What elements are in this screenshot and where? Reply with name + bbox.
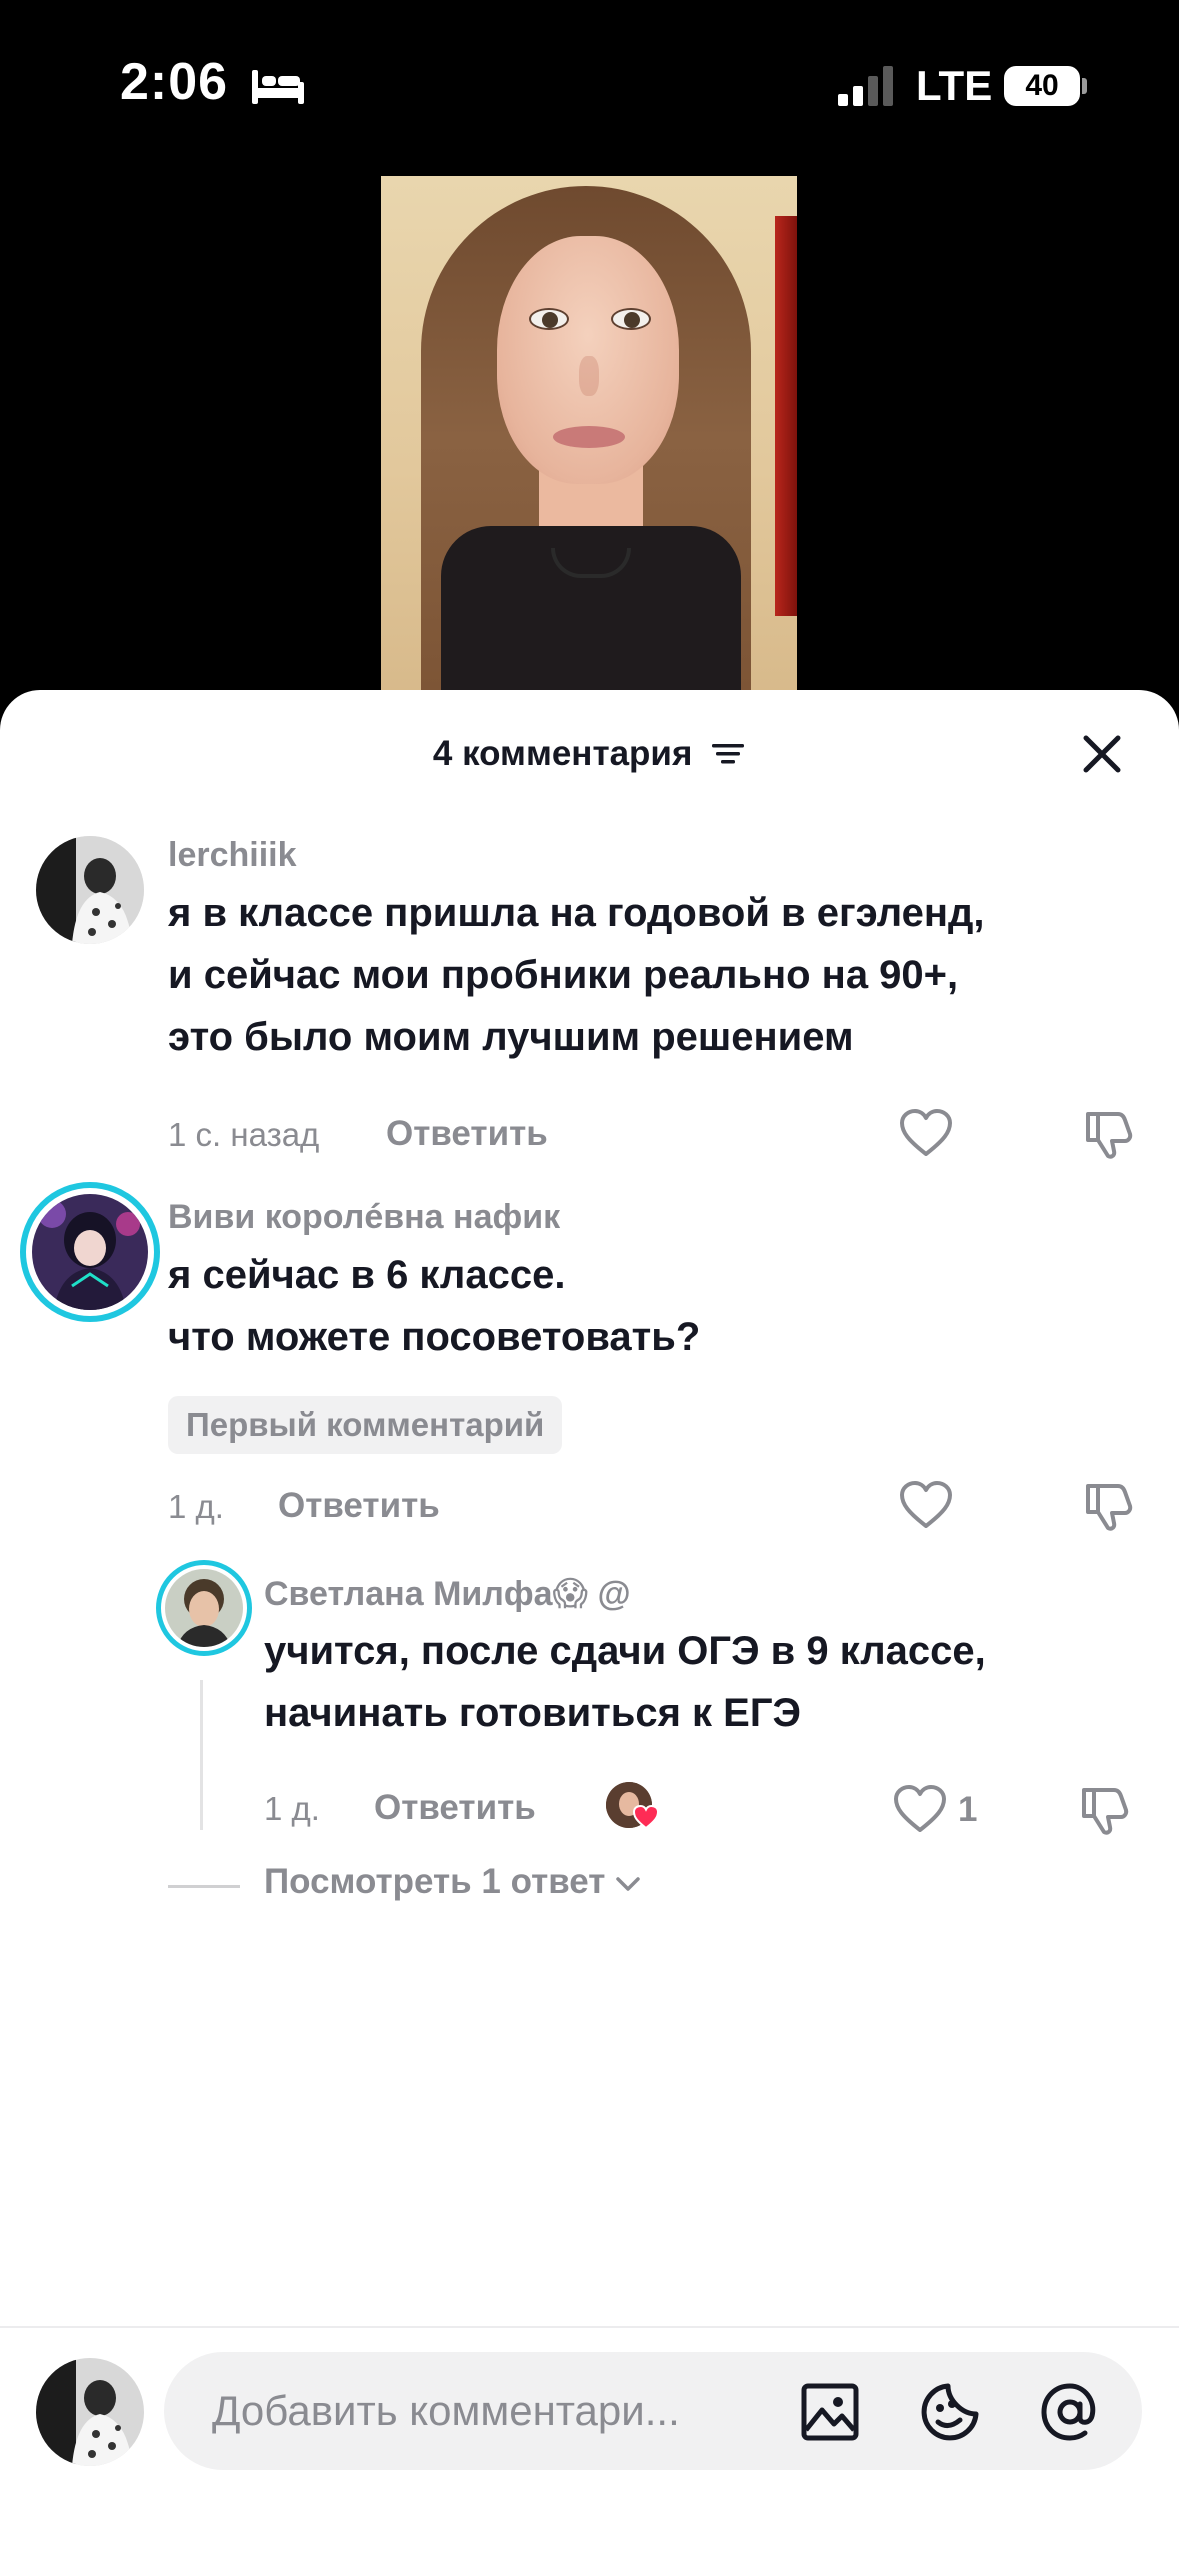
emoji-sticker-icon[interactable] xyxy=(918,2380,982,2444)
comment-text: я в классе пришла на годовой в егэленд, … xyxy=(168,891,985,1059)
comment-timestamp: 1 с. назад xyxy=(168,1116,320,1153)
comment-input-box[interactable] xyxy=(164,2352,1142,2470)
my-avatar xyxy=(36,2358,144,2466)
like-count: 1 xyxy=(958,1790,978,1829)
view-replies-label: Посмотреть 1 ответ xyxy=(264,1862,606,1901)
view-replies-divider xyxy=(168,1885,240,1888)
avatar-image xyxy=(165,1569,243,1647)
status-bar: 2:06 LTE 40 xyxy=(0,0,1179,170)
first-comment-badge: Первый комментарий xyxy=(168,1396,563,1454)
reply-button[interactable]: Ответить xyxy=(386,1114,548,1154)
avatar-story-ring[interactable] xyxy=(20,1182,160,1322)
creator-heart-icon xyxy=(632,1804,660,1830)
video-person-eye xyxy=(529,308,569,330)
comment-text: я сейчас в 6 классе. что можете посовето… xyxy=(168,1253,701,1359)
cellular-signal-icon xyxy=(838,66,893,106)
video-background-curtain xyxy=(775,216,797,616)
comment-username[interactable]: Виви королéвна нафик xyxy=(168,1198,560,1237)
reply-text: учится, после сдачи ОГЭ в 9 классе, начи… xyxy=(264,1629,986,1735)
video-person-eye xyxy=(611,308,651,330)
avatar xyxy=(32,1194,148,1310)
image-icon[interactable] xyxy=(798,2380,862,2444)
reply-button[interactable]: Ответить xyxy=(278,1486,440,1526)
battery-level: 40 xyxy=(1025,69,1059,102)
video-person-mouth xyxy=(553,426,625,448)
avatar-image xyxy=(32,1194,148,1310)
network-type: LTE xyxy=(916,62,993,109)
avatar xyxy=(165,1569,243,1647)
comments-header: 4 комментария xyxy=(0,690,1179,820)
video-person-nose xyxy=(579,356,599,396)
like-heart-icon[interactable] xyxy=(892,1784,948,1836)
battery-tip xyxy=(1082,78,1087,94)
dislike-icon[interactable] xyxy=(1080,1480,1136,1532)
battery-icon: 40 xyxy=(1004,66,1080,106)
sleep-mode-icon xyxy=(252,70,304,104)
dislike-icon[interactable] xyxy=(1080,1108,1136,1160)
comments-count-label: 4 комментария xyxy=(432,734,693,773)
like-heart-icon[interactable] xyxy=(898,1480,954,1532)
comment-input[interactable] xyxy=(212,2352,772,2470)
input-divider xyxy=(0,2326,1179,2328)
view-replies-button[interactable]: Посмотреть 1 ответ xyxy=(264,1862,643,1902)
sort-filter-icon[interactable] xyxy=(710,739,746,769)
comments-sheet: 4 комментария lerchiiik я в классе пришл… xyxy=(0,690,1179,2556)
video-preview[interactable] xyxy=(381,176,797,706)
reply-button[interactable]: Ответить xyxy=(374,1788,536,1828)
dislike-icon[interactable] xyxy=(1076,1784,1132,1836)
avatar-image xyxy=(36,836,144,944)
comments-title[interactable]: 4 комментария xyxy=(0,734,1179,774)
avatar[interactable] xyxy=(36,836,144,944)
chevron-down-icon xyxy=(616,1877,641,1891)
close-icon[interactable] xyxy=(1074,726,1130,782)
avatar-story-ring[interactable] xyxy=(156,1560,252,1656)
reply-thread-line xyxy=(200,1680,203,1830)
comment-timestamp: 1 д. xyxy=(168,1488,224,1525)
mention-at-icon[interactable] xyxy=(1038,2380,1102,2444)
avatar-image xyxy=(36,2358,144,2466)
like-heart-icon[interactable] xyxy=(898,1108,954,1160)
comment-username[interactable]: lerchiiik xyxy=(168,836,297,875)
reply-timestamp: 1 д. xyxy=(264,1790,320,1827)
reply-username[interactable]: Светлана Милфа😱 @ xyxy=(264,1574,631,1614)
status-time: 2:06 xyxy=(120,53,229,111)
